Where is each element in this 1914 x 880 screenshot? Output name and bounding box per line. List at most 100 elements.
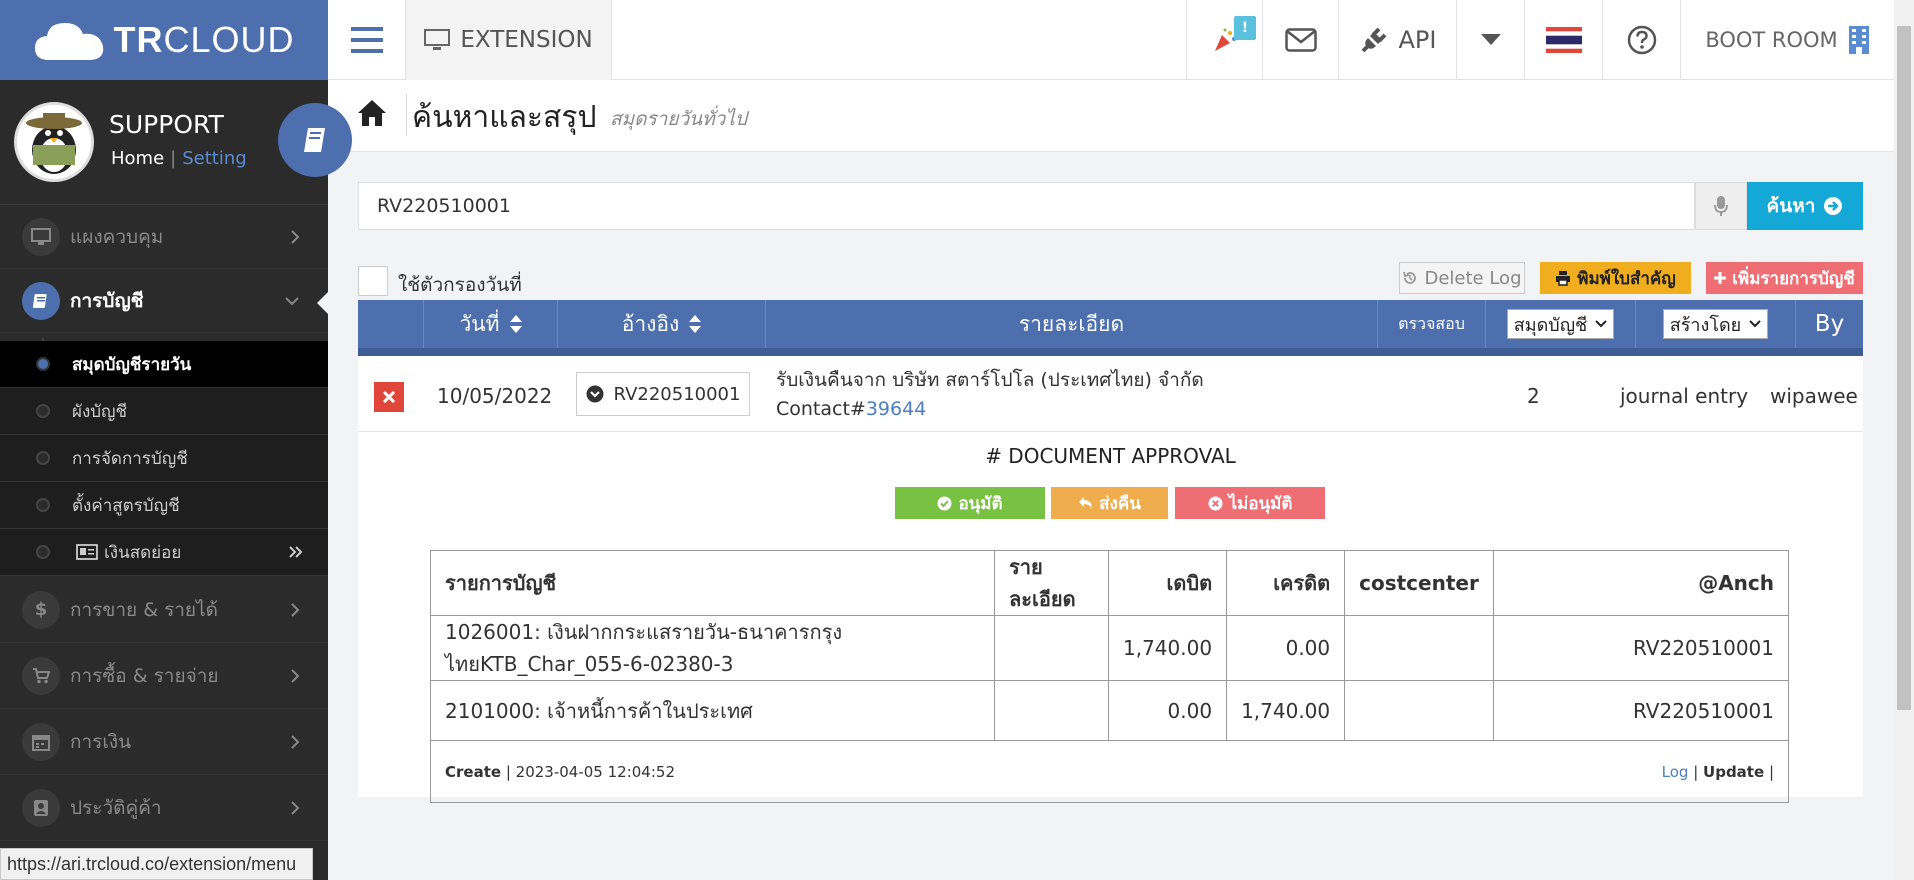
sidebar-item-dashboard[interactable]: แผงควบคุม [0,205,328,269]
envelope-icon [1284,28,1317,52]
contact-prefix: Contact# [776,398,866,420]
footer-separator: | [1768,762,1774,781]
page-subtitle: สมุดรายวันทั่วไป [610,108,747,130]
menu-toggle-button[interactable] [328,0,406,80]
home-link[interactable]: Home [111,148,164,169]
sidebar-subitem-daily-journal[interactable]: สมุดบัญชีรายวัน [0,341,328,388]
help-button[interactable] [1602,0,1680,80]
sidebar-item-purchases[interactable]: การซื้อ & รายจ่าย [0,643,328,709]
contact-link[interactable]: 39644 [866,398,926,420]
profile-name: SUPPORT [109,110,224,139]
date-filter-checkbox[interactable] [358,266,388,296]
created-by-select[interactable]: สร้างโดย [1662,309,1769,339]
date-filter-label: ใช้ตัวกรองวันที่ [398,274,522,296]
sidebar-item-label: การซื้อ & รายจ่าย [70,664,219,687]
brand-prefix: TR [113,19,164,60]
grid-header-date[interactable]: วันที่ [424,300,558,348]
page-title: ค้นหาและสรุป [412,100,597,135]
submenu-dot [36,404,50,418]
sidebar-subitem-label: สมุดบัญชีรายวัน [72,354,192,375]
arrow-circle-right-icon [1824,197,1843,215]
avatar[interactable] [14,102,94,182]
update-link[interactable]: Update [1703,763,1764,781]
chevron-down-icon [1595,320,1607,328]
sidebar-subitem-label: ตั้งค่าสูตรบัญชี [72,495,180,516]
close-icon [383,391,395,403]
return-button[interactable]: ส่งคืน [1051,487,1168,519]
cell-account: 1026001: เงินฝากกระแสรายวัน-ธนาคารกรุงไท… [430,615,995,681]
table-row[interactable]: 10/05/2022 RV220510001 รับเงินคืนจาก บริ… [358,356,1863,432]
sidebar-subitem-chart-of-accounts[interactable]: ผังบัญชี [0,388,328,435]
table-row: 2101000: เจ้าหนี้การค้าในประเทศ 0.00 1,7… [430,680,1790,741]
extension-tab[interactable]: EXTENSION [406,0,612,80]
monitor-icon [424,29,451,50]
cell-anch: RV220510001 [1492,680,1790,741]
chevron-down-circle-icon [586,385,604,403]
sidebar-item-label: การบัญชี [70,289,144,312]
book-icon [22,281,60,320]
api-button[interactable]: API [1338,0,1456,80]
chevron-down-icon [285,296,299,305]
grid-header-label: วันที่ [459,311,500,336]
row-reference-button[interactable]: RV220510001 [576,372,750,416]
mail-button[interactable] [1262,0,1338,80]
grid-header-label: รายละเอียด [1018,311,1125,336]
sidebar-item-finance[interactable]: การเงิน [0,709,328,775]
home-icon[interactable] [356,98,388,128]
hamburger-icon [350,27,383,53]
setting-link[interactable]: Setting [182,148,246,169]
penguin-avatar-icon [17,105,91,179]
row-description: รับเงินคืนจาก บริษัท สตาร์โปโล (ประเทศไท… [776,366,1204,424]
delete-log-label: Delete Log [1424,267,1522,289]
brand-logo[interactable]: TRCLOUD [0,0,328,80]
return-label: ส่งคืน [1099,493,1141,514]
calendar-icon [22,722,60,761]
approve-label: อนุมัติ [958,493,1003,514]
search-input[interactable] [358,182,1695,230]
row-by: wipawee [1770,384,1858,408]
add-entry-button[interactable]: เพิ่มรายการบัญชี [1706,262,1863,294]
approve-button[interactable]: อนุมัติ [895,487,1045,519]
question-circle-icon [1627,25,1656,55]
sidebar-subitem-petty-cash[interactable]: เงินสดย่อย [0,529,328,576]
book-circle-button[interactable] [278,103,352,177]
sidebar-subitem-label: การจัดการบัญชี [72,448,188,469]
sidebar-subitem-account-management[interactable]: การจัดการบัญชี [0,435,328,482]
book-select[interactable]: สมุดบัญชี [1506,309,1615,339]
sidebar-subitem-account-formula[interactable]: ตั้งค่าสูตรบัญชี [0,482,328,529]
notification-button[interactable] [1186,0,1262,80]
sidebar-item-sales[interactable]: $ การขาย & รายได้ [0,577,328,643]
cloud-icon [35,23,104,60]
scrollbar-thumb[interactable] [1897,26,1911,710]
reject-button[interactable]: ไม่อนุมัติ [1175,487,1325,519]
grid-header-reference[interactable]: อ้างอิง [558,300,766,348]
link-separator: | [170,148,177,169]
cell-credit: 0.00 [1226,615,1346,681]
plug-icon [1361,27,1386,53]
search-button[interactable]: ค้นหา [1747,182,1863,230]
cell-debit: 0.00 [1107,680,1228,741]
col-debit: เดบิต [1107,550,1228,616]
extension-label: EXTENSION [460,27,593,53]
sidebar-item-accounting[interactable]: การบัญชี [0,269,329,333]
sidebar-item-contacts[interactable]: ประวัติคู่ค้า [0,775,328,841]
header-divider [406,94,407,136]
dropdown-button[interactable] [1456,0,1524,80]
table-row: 1026001: เงินฝากกระแสรายวัน-ธนาคารกรุงไท… [430,615,1790,681]
col-account: รายการบัญชี [430,550,995,616]
delete-log-button[interactable]: Delete Log [1399,262,1525,294]
book-icon [304,128,325,152]
submenu-dot [36,498,50,512]
delete-row-button[interactable] [374,382,404,412]
history-icon [1403,271,1417,284]
double-chevron-right-icon [289,546,303,558]
room-button[interactable]: BOOT ROOM [1680,0,1894,80]
row-date: 10/05/2022 [437,384,553,408]
col-credit: เครดิต [1226,550,1346,616]
print-voucher-button[interactable]: พิมพ์ใบสำคัญ [1540,262,1691,294]
log-link[interactable]: Log [1662,763,1689,781]
voice-search-button[interactable] [1695,182,1747,230]
language-button[interactable] [1524,0,1602,80]
sidebar-item-label: การขาย & รายได้ [70,598,218,621]
cell-detail [994,615,1109,681]
